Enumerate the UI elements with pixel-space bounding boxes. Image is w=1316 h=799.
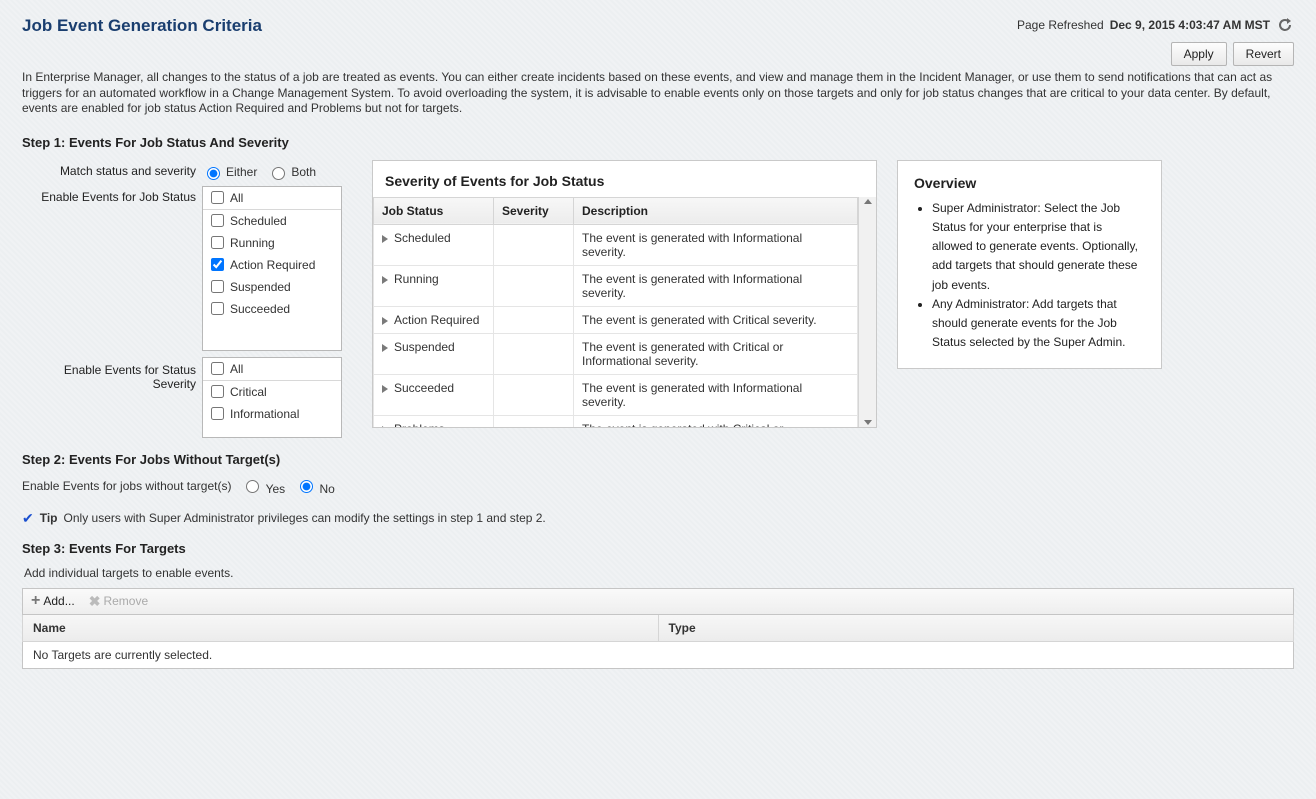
page-title: Job Event Generation Criteria xyxy=(22,16,262,36)
radio-no[interactable]: No xyxy=(295,477,335,496)
expand-icon[interactable] xyxy=(382,276,388,284)
remove-target-button[interactable]: ✖ Remove xyxy=(89,593,148,610)
overview-title: Overview xyxy=(914,175,1145,191)
page-refreshed-time: Dec 9, 2015 4:03:47 AM MST xyxy=(1110,18,1270,32)
radio-yes-input[interactable] xyxy=(246,480,259,493)
revert-button[interactable]: Revert xyxy=(1233,42,1294,66)
status-checkbox-succeeded[interactable] xyxy=(211,302,224,315)
severity-listbox[interactable]: All Critical Informational xyxy=(202,357,342,438)
match-label: Match status and severity xyxy=(22,160,202,178)
table-row: SucceededThe event is generated with Inf… xyxy=(374,374,858,415)
targets-toolbar: + Add... ✖ Remove xyxy=(22,588,1294,615)
scroll-down-icon[interactable] xyxy=(864,420,872,425)
enable-severity-label: Enable Events for Status Severity xyxy=(22,357,202,391)
refresh-icon[interactable] xyxy=(1276,16,1294,34)
table-empty-row: No Targets are currently selected. xyxy=(23,641,1294,668)
severity-item-label: Informational xyxy=(230,407,299,421)
radio-yes[interactable]: Yes xyxy=(241,477,285,496)
enable-no-target-label: Enable Events for jobs without target(s) xyxy=(22,479,231,493)
expand-icon[interactable] xyxy=(382,317,388,325)
table-row: SuspendedThe event is generated with Cri… xyxy=(374,333,858,374)
step2-heading: Step 2: Events For Jobs Without Target(s… xyxy=(22,452,1294,467)
status-item-label: Action Required xyxy=(230,258,315,272)
radio-both[interactable]: Both xyxy=(267,164,316,180)
radio-no-input[interactable] xyxy=(300,480,313,493)
col-type: Type xyxy=(658,615,1294,642)
plus-icon: + xyxy=(31,593,40,609)
x-icon: ✖ xyxy=(89,593,101,610)
status-item-label: Succeeded xyxy=(230,302,290,316)
status-item-label: Running xyxy=(230,236,275,250)
col-description: Description xyxy=(574,197,858,224)
status-checkbox-suspended[interactable] xyxy=(211,280,224,293)
table-row: RunningThe event is generated with Infor… xyxy=(374,265,858,306)
add-target-button[interactable]: + Add... xyxy=(31,593,75,610)
step3-subnote: Add individual targets to enable events. xyxy=(24,566,1294,580)
expand-icon[interactable] xyxy=(382,235,388,243)
expand-icon[interactable] xyxy=(382,385,388,393)
expand-icon[interactable] xyxy=(382,344,388,352)
status-all-checkbox[interactable] xyxy=(211,191,224,204)
severity-checkbox-critical[interactable] xyxy=(211,385,224,398)
status-checkbox-scheduled[interactable] xyxy=(211,214,224,227)
tip-label: Tip xyxy=(40,511,58,525)
severity-item-label: Critical xyxy=(230,385,267,399)
overview-box: Overview Super Administrator: Select the… xyxy=(897,160,1162,370)
page-refreshed-label: Page Refreshed xyxy=(1017,18,1104,32)
status-checkbox-running[interactable] xyxy=(211,236,224,249)
overview-bullet: Super Administrator: Select the Job Stat… xyxy=(932,199,1145,295)
status-all-label: All xyxy=(230,191,243,205)
severity-scrollbar[interactable] xyxy=(858,197,876,427)
targets-table: Name Type No Targets are currently selec… xyxy=(22,615,1294,669)
radio-either[interactable]: Either xyxy=(202,164,257,180)
severity-all-label: All xyxy=(230,362,243,376)
table-row: Action RequiredThe event is generated wi… xyxy=(374,306,858,333)
overview-bullet: Any Administrator: Add targets that shou… xyxy=(932,295,1145,353)
scroll-up-icon[interactable] xyxy=(864,199,872,204)
tip-text: Only users with Super Administrator priv… xyxy=(64,511,546,525)
status-checkbox-action-required[interactable] xyxy=(211,258,224,271)
tip-icon: ✔ xyxy=(22,510,34,527)
table-row: ProblemsThe event is generated with Crit… xyxy=(374,415,858,427)
col-name: Name xyxy=(23,615,659,642)
targets-empty-text: No Targets are currently selected. xyxy=(23,641,1294,668)
status-item-label: Scheduled xyxy=(230,214,287,228)
expand-icon[interactable] xyxy=(382,426,388,427)
severity-table: Job Status Severity Description Schedule… xyxy=(373,197,858,427)
severity-panel: Severity of Events for Job Status Job St… xyxy=(372,160,877,428)
intro-text: In Enterprise Manager, all changes to th… xyxy=(22,70,1294,117)
col-job-status: Job Status xyxy=(374,197,494,224)
radio-either-input[interactable] xyxy=(207,167,220,180)
step1-heading: Step 1: Events For Job Status And Severi… xyxy=(22,135,1294,150)
severity-panel-title: Severity of Events for Job Status xyxy=(373,161,876,197)
enable-status-label: Enable Events for Job Status xyxy=(22,186,202,204)
severity-all-checkbox[interactable] xyxy=(211,362,224,375)
table-row: ScheduledThe event is generated with Inf… xyxy=(374,224,858,265)
apply-button[interactable]: Apply xyxy=(1171,42,1227,66)
status-listbox[interactable]: All Scheduled Running Action Required Su… xyxy=(202,186,342,351)
radio-both-input[interactable] xyxy=(272,167,285,180)
severity-checkbox-informational[interactable] xyxy=(211,407,224,420)
step3-heading: Step 3: Events For Targets xyxy=(22,541,1294,556)
col-severity: Severity xyxy=(494,197,574,224)
status-item-label: Suspended xyxy=(230,280,291,294)
